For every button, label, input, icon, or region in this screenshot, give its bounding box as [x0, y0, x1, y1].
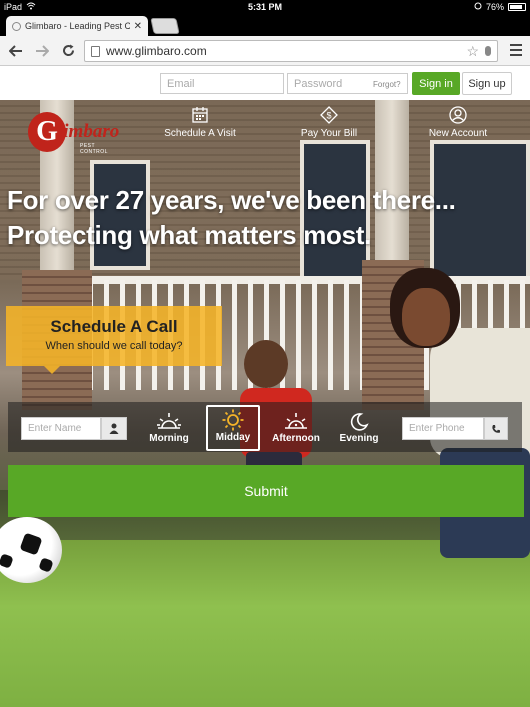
sign-up-button[interactable]: Sign up	[462, 72, 512, 95]
status-time: 5:31 PM	[247, 2, 282, 12]
browser-tab[interactable]: Glimbaro - Leading Pest C ✕	[6, 16, 148, 36]
glimbaro-logo[interactable]: G limbaro PEST CONTROL	[28, 112, 120, 156]
tab-title: Glimbaro - Leading Pest C	[25, 21, 130, 31]
dollar-tag-icon: $	[320, 106, 338, 124]
nav-label: New Account	[428, 128, 488, 139]
time-option-label: Afternoon	[272, 433, 320, 444]
user-circle-icon	[449, 106, 467, 124]
time-option-morning[interactable]: Morning	[142, 408, 196, 451]
sunset-icon	[285, 413, 307, 429]
time-option-label: Morning	[149, 433, 189, 444]
nav-schedule-visit[interactable]: Schedule A Visit	[150, 106, 250, 139]
forward-arrow-icon[interactable]	[32, 41, 52, 61]
submit-button[interactable]: Submit	[8, 465, 524, 517]
tab-close-icon[interactable]: ✕	[134, 21, 142, 32]
time-option-midday[interactable]: Midday	[206, 405, 260, 451]
nav-new-account[interactable]: New Account	[408, 106, 508, 139]
page-icon	[91, 45, 100, 57]
browser-tab-strip: Glimbaro - Leading Pest C ✕	[0, 14, 530, 36]
schedule-title: Schedule A Call	[50, 317, 178, 336]
back-arrow-icon[interactable]	[6, 41, 26, 61]
schedule-subtitle: When should we call today?	[45, 340, 183, 352]
bookmark-star-icon[interactable]: ☆	[466, 43, 479, 60]
time-option-evening[interactable]: Evening	[332, 408, 386, 451]
headline-line-2: Protecting what matters most.	[7, 220, 372, 250]
time-option-label: Midday	[215, 432, 251, 443]
battery-icon	[508, 3, 526, 11]
nav-label: Schedule A Visit	[164, 128, 236, 139]
address-bar[interactable]: www.glimbaro.com ☆	[84, 40, 498, 62]
new-tab-button[interactable]	[150, 18, 180, 34]
calendar-icon	[192, 107, 208, 123]
sunrise-icon	[157, 413, 181, 429]
forgot-password-link[interactable]: Forgot?	[373, 80, 401, 89]
time-option-afternoon[interactable]: Afternoon	[269, 408, 323, 451]
status-bar: iPad 5:31 PM 76%	[0, 0, 530, 14]
microphone-icon[interactable]	[485, 46, 491, 56]
logo-tagline: PEST CONTROL	[80, 143, 108, 155]
schedule-call-callout: Schedule A Call When should we call toda…	[6, 306, 222, 374]
reload-icon[interactable]	[58, 41, 78, 61]
nav-pay-bill[interactable]: $ Pay Your Bill	[279, 106, 379, 139]
browser-toolbar: www.glimbaro.com ☆	[0, 36, 530, 66]
moon-icon	[350, 413, 369, 431]
sun-icon	[222, 409, 244, 431]
sign-in-button[interactable]: Sign in	[412, 72, 460, 95]
person-icon	[101, 417, 127, 440]
nav-label: Pay Your Bill	[300, 128, 358, 139]
url-text: www.glimbaro.com	[106, 44, 207, 58]
browser-menu-icon[interactable]	[510, 44, 522, 56]
email-field[interactable]: Email	[160, 73, 284, 94]
headline-line-1: For over 27 years, we've been there...	[7, 185, 456, 215]
name-input[interactable]: Enter Name	[21, 417, 101, 440]
phone-input[interactable]: Enter Phone	[402, 417, 484, 440]
favicon-icon	[12, 21, 21, 31]
time-option-label: Evening	[339, 433, 379, 444]
site-login-bar: Email Password Forgot? Sign in Sign up	[0, 66, 530, 100]
phone-icon	[484, 417, 508, 440]
svg-text:$: $	[326, 111, 331, 121]
logo-wordmark: limbaro	[58, 121, 120, 142]
hero-headline: For over 27 years, we've been there... P…	[7, 183, 527, 253]
